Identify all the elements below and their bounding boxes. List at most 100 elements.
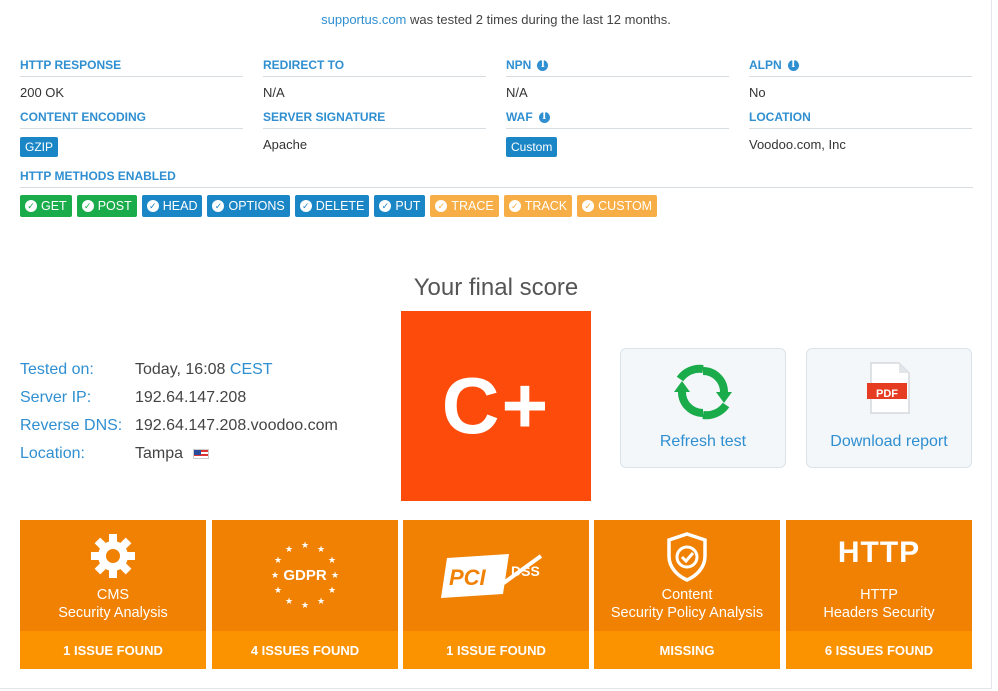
npn-label: NPN — [506, 58, 532, 72]
refresh-test-label: Refresh test — [659, 433, 747, 450]
cms-issue-count: 1 ISSUE FOUND — [20, 631, 206, 669]
check-icon: ✓ — [379, 200, 392, 212]
method-label: DELETE — [315, 199, 365, 213]
check-icon: ✓ — [508, 200, 521, 212]
pdf-badge-text: PDF — [876, 388, 898, 400]
pci-logo-text: PCI — [449, 565, 486, 590]
check-icon: ✓ — [582, 200, 595, 212]
test-details: Tested on: Today, 16:08 CEST Server IP: … — [20, 356, 338, 468]
svg-text:★: ★ — [317, 545, 325, 555]
info-row-1: HTTP RESPONSE 200 OK REDIRECT TO N/A NPN… — [20, 58, 973, 110]
server-ip-label: Server IP: — [20, 389, 92, 406]
pci-issue-count: 1 ISSUE FOUND — [403, 631, 589, 669]
method-options: ✓ OPTIONS — [207, 195, 290, 217]
info-icon[interactable]: i — [538, 111, 550, 123]
server-signature-cell: SERVER SIGNATURE Apache — [263, 110, 486, 162]
method-custom: ✓ CUSTOM — [577, 195, 658, 217]
method-label: HEAD — [162, 199, 198, 213]
alpn-cell: ALPN i No — [749, 58, 972, 110]
tested-on-value: Today, 16:08 — [135, 361, 226, 378]
check-icon: ✓ — [212, 200, 225, 212]
us-flag-icon — [193, 448, 210, 459]
gdpr-card[interactable]: ★ ★ ★ ★ ★ ★ ★ ★ ★ ★ ★ ★ GDPR 4 ISSUES FO… — [212, 520, 398, 669]
content-encoding-label: CONTENT ENCODING — [20, 110, 146, 124]
redirect-to-cell: REDIRECT TO N/A — [263, 58, 486, 110]
domain-link[interactable]: supportus.com — [321, 12, 406, 27]
timezone-link[interactable]: CEST — [230, 361, 273, 378]
location-cell: LOCATION Voodoo.com, Inc — [749, 110, 972, 162]
download-report-label: Download report — [830, 433, 948, 450]
method-label: OPTIONS — [228, 199, 285, 213]
gdpr-logo-text: GDPR — [283, 567, 327, 584]
alpn-label: ALPN — [749, 58, 782, 72]
method-trace: ✓ TRACE — [430, 195, 499, 217]
http-issue-count: 6 ISSUES FOUND — [786, 631, 972, 669]
server-signature-label: SERVER SIGNATURE — [263, 110, 386, 124]
pci-dss-card[interactable]: PCI DSS 1 ISSUE FOUND — [403, 520, 589, 669]
redirect-to-value: N/A — [263, 85, 285, 100]
npn-cell: NPN i N/A — [506, 58, 729, 110]
http-methods-list: ✓ GET ✓ POST ✓ HEAD ✓ OPTIONS ✓ DELETE ✓ PUT ✓… — [20, 195, 658, 217]
http-title-line1: HTTP — [860, 587, 898, 603]
svg-text:★: ★ — [274, 586, 282, 596]
info-icon[interactable]: i — [537, 59, 549, 71]
check-icon: ✓ — [299, 200, 312, 212]
info-icon[interactable]: i — [787, 59, 799, 71]
method-label: CUSTOM — [598, 199, 653, 213]
download-report-button[interactable]: PDF Download report — [806, 348, 972, 468]
location-label: LOCATION — [749, 110, 811, 124]
refresh-icon — [674, 364, 732, 420]
waf-label: WAF — [506, 110, 533, 124]
server-ip-row: Server IP: 192.64.147.208 — [20, 384, 338, 412]
http-response-label: HTTP RESPONSE — [20, 58, 122, 72]
npn-value: N/A — [506, 85, 528, 100]
svg-text:★: ★ — [328, 556, 336, 566]
csp-card[interactable]: Content Security Policy Analysis MISSING — [594, 520, 780, 669]
http-methods-label: HTTP METHODS ENABLED — [20, 169, 973, 188]
cms-title-line2: Security Analysis — [58, 605, 168, 621]
http-headers-card[interactable]: HTTP HTTP Headers Security 6 ISSUES FOUN… — [786, 520, 972, 669]
cms-title-line1: CMS — [96, 587, 130, 603]
info-row-2: CONTENT ENCODING GZIP SERVER SIGNATURE A… — [20, 110, 973, 162]
waf-badge: Custom — [506, 137, 558, 157]
alpn-value: No — [749, 85, 766, 100]
method-label: TRACK — [524, 199, 568, 213]
method-label: PUT — [395, 199, 421, 213]
gear-icon — [91, 534, 135, 578]
method-label: GET — [41, 199, 67, 213]
location-detail-value: Tampa — [135, 445, 184, 462]
dss-logo-text: DSS — [511, 563, 540, 579]
http-response-cell: HTTP RESPONSE 200 OK — [20, 58, 243, 110]
test-summary-text: was tested 2 times during the last 12 mo… — [410, 12, 671, 27]
refresh-test-button[interactable]: Refresh test — [620, 348, 786, 468]
http-title-line2: Headers Security — [823, 605, 935, 621]
location-detail-label: Location: — [20, 445, 85, 462]
location-row: Location: Tampa — [20, 440, 338, 468]
svg-text:★: ★ — [317, 597, 325, 607]
method-head: ✓ HEAD — [141, 195, 203, 217]
gdpr-issue-count: 4 ISSUES FOUND — [212, 631, 398, 669]
http-icon: HTTP — [837, 536, 921, 569]
csp-title-line1: Content — [661, 587, 713, 603]
server-signature-value: Apache — [263, 137, 308, 152]
content-encoding-cell: CONTENT ENCODING GZIP — [20, 110, 243, 162]
check-icon: ✓ — [25, 200, 37, 212]
cms-security-card[interactable]: CMS Security Analysis 1 ISSUE FOUND — [20, 520, 206, 669]
svg-text:★: ★ — [285, 545, 293, 555]
method-label: POST — [97, 199, 132, 213]
tested-on-row: Tested on: Today, 16:08 CEST — [20, 356, 338, 384]
method-get: ✓ GET — [20, 195, 72, 217]
test-summary: supportus.com was tested 2 times during … — [0, 12, 992, 27]
final-score-title: Your final score — [413, 274, 579, 301]
svg-text:★: ★ — [274, 556, 282, 566]
svg-text:★: ★ — [285, 597, 293, 607]
svg-text:★: ★ — [301, 541, 309, 551]
method-track: ✓ TRACK — [503, 195, 573, 217]
method-label: TRACE — [451, 199, 494, 213]
check-icon: ✓ — [435, 200, 448, 212]
tested-on-label: Tested on: — [20, 361, 94, 378]
csp-title-line2: Security Policy Analysis — [610, 605, 764, 621]
waf-cell: WAF i Custom — [506, 110, 729, 162]
shield-check-icon — [667, 532, 707, 582]
reverse-dns-row: Reverse DNS: 192.64.147.208.voodoo.com — [20, 412, 338, 440]
